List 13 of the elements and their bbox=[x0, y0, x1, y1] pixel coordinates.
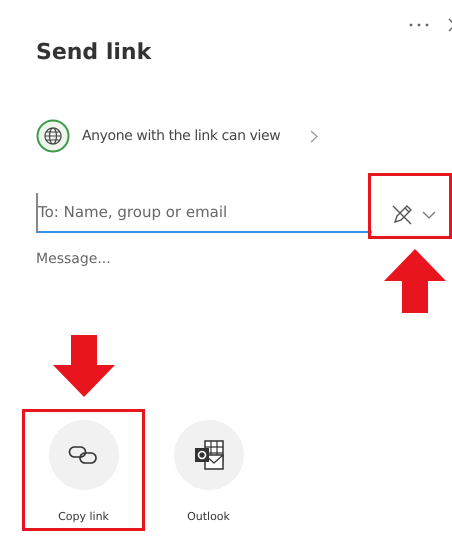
link-icon bbox=[68, 444, 100, 466]
permission-button[interactable]: Anyone with the link can view bbox=[36, 119, 318, 153]
recipient-field[interactable]: To: Name, group or email bbox=[36, 193, 372, 233]
pencil-icon bbox=[390, 203, 414, 227]
mail-grid-icon bbox=[192, 439, 224, 471]
copy-link-button[interactable]: Copy link bbox=[22, 409, 145, 531]
globe-icon bbox=[36, 119, 70, 153]
outlook-button[interactable]: Outlook bbox=[147, 409, 270, 531]
chevron-down-icon bbox=[422, 211, 436, 219]
edit-permission-button[interactable] bbox=[390, 203, 436, 227]
more-icon[interactable] bbox=[408, 22, 430, 28]
chevron-right-icon bbox=[310, 130, 318, 142]
dialog-title: Send link bbox=[36, 40, 152, 65]
